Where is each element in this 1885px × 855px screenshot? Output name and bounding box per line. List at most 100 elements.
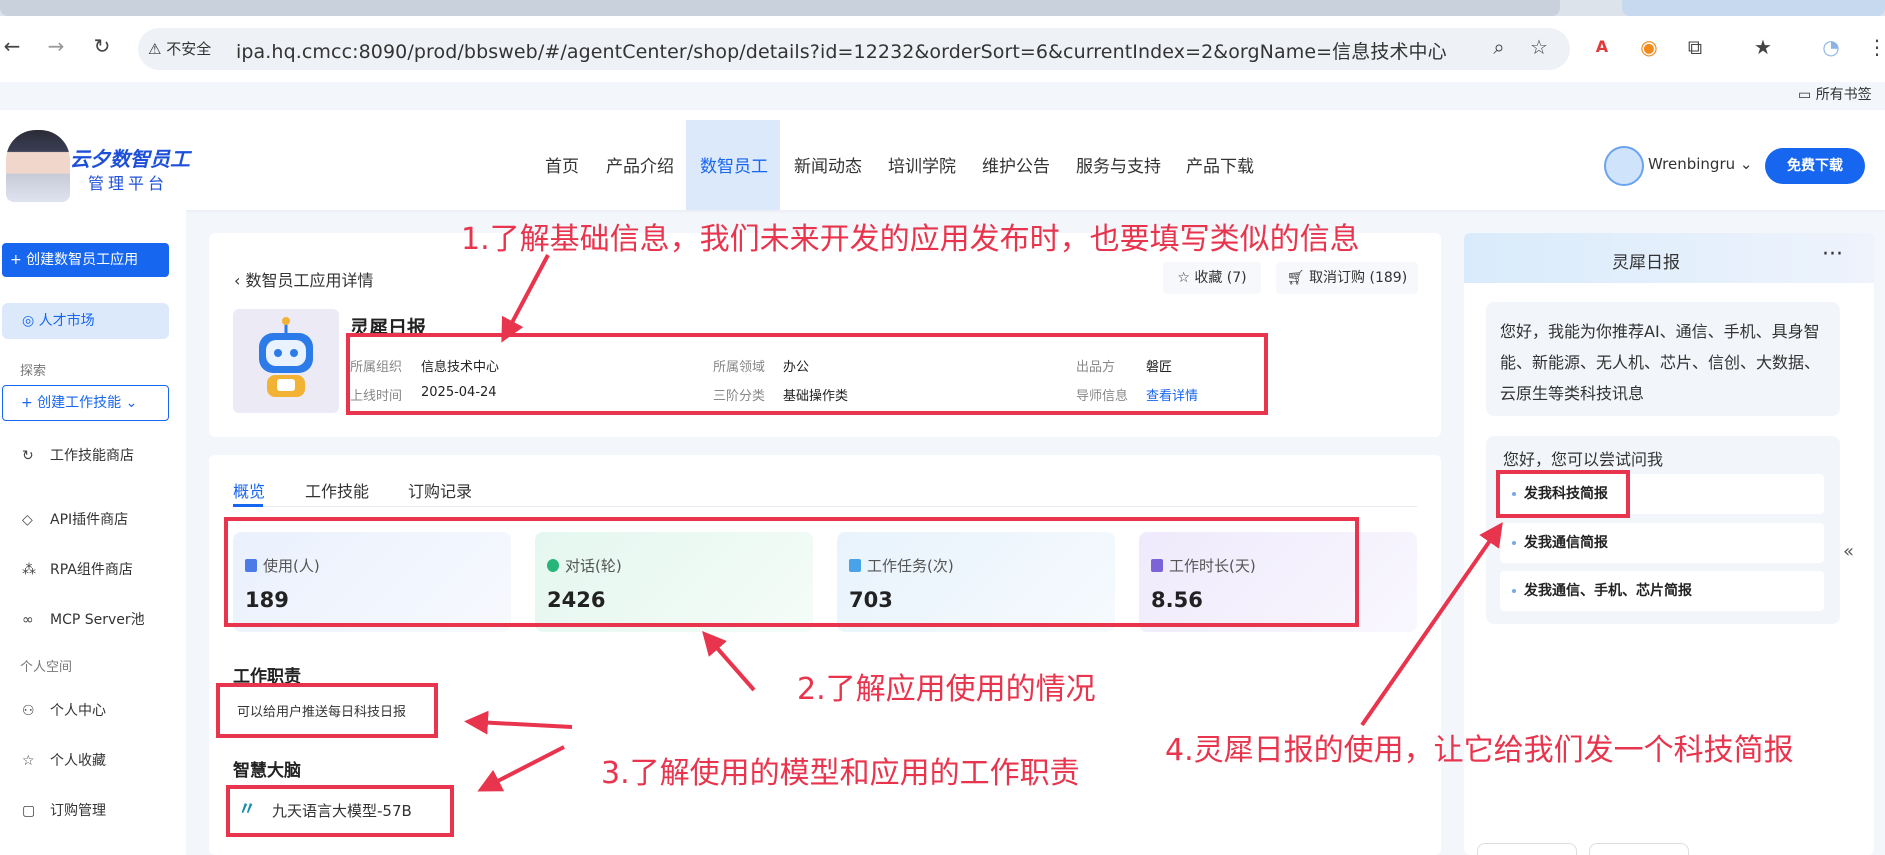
more-options-icon[interactable]: ···: [1822, 242, 1843, 267]
favorite-label: 收藏 (7): [1194, 270, 1247, 286]
browser-tab-strip[interactable]: [0, 0, 1885, 16]
talent-label: 人才市场: [38, 313, 95, 329]
nav-item-home[interactable]: 首页: [545, 152, 579, 177]
sidebar-item-label: 个人收藏: [50, 753, 106, 769]
tab-skills[interactable]: 工作技能: [305, 478, 369, 502]
sidebar-item-personal-center[interactable]: ⚇ 个人中心: [22, 700, 106, 720]
sidebar-item-label: API插件商店: [50, 512, 129, 528]
url-text[interactable]: ipa.hq.cmcc:8090/prod/bbsweb/#/agentCent…: [236, 37, 1447, 64]
personal-section-label: 个人空间: [20, 660, 73, 675]
profile-icon[interactable]: ◔: [1818, 34, 1844, 60]
user-stat-icon: [245, 559, 257, 572]
explore-section-label: 探索: [20, 364, 47, 379]
order-icon: ▢: [22, 803, 36, 819]
back-link[interactable]: ‹ 数智员工应用详情: [234, 267, 374, 291]
nav-item-product-intro[interactable]: 产品介绍: [606, 152, 674, 177]
maker-value: 磐匠: [1146, 360, 1173, 375]
bookmark-star-icon[interactable]: ☆: [1526, 34, 1552, 60]
favorite-button[interactable]: ☆ 收藏 (7): [1163, 262, 1261, 294]
panel-bottom-stub: [1589, 843, 1689, 855]
stat-label-text: 使用(人): [263, 557, 320, 575]
bookmarks-star-icon[interactable]: ★: [1750, 34, 1776, 60]
bullet-icon: [1512, 541, 1516, 545]
extension-red-icon[interactable]: A: [1589, 34, 1615, 60]
nodes-icon: ⁂: [22, 562, 36, 578]
menu-dots-icon[interactable]: ⋮: [1864, 34, 1885, 60]
extension-orange-icon[interactable]: ◉: [1636, 34, 1662, 60]
brand-title: 云夕数智员工: [70, 147, 190, 171]
time-stat-icon: [1151, 559, 1163, 572]
zoom-icon[interactable]: ⌕: [1486, 34, 1512, 60]
stat-label: 使用(人): [245, 555, 320, 576]
maker-label: 出品方: [1076, 360, 1116, 375]
unsubscribe-label: 取消订购 (189): [1309, 270, 1408, 286]
link-icon: ∞: [22, 612, 34, 628]
chevron-left-icon: ‹: [234, 271, 246, 290]
nav-item-news[interactable]: 新闻动态: [794, 152, 862, 177]
tab-overview[interactable]: 概览: [233, 478, 265, 502]
mentor-label: 导师信息: [1076, 389, 1129, 404]
annotation-note-1: 1.了解基础信息，我们未来开发的应用发布时，也要填写类似的信息: [461, 222, 1360, 257]
create-app-button[interactable]: + 创建数智员工应用: [2, 243, 169, 277]
stat-card-tasks: 工作任务(次) 703: [837, 532, 1115, 632]
user-avatar[interactable]: [1604, 146, 1644, 186]
category-label: 三阶分类: [713, 389, 766, 404]
sidebar-item-talent-market[interactable]: ◎ 人才市场: [2, 303, 169, 339]
chat-greeting: 您好，我能为你推荐AI、通信、手机、具身智能、新能源、无人机、芯片、信创、大数据…: [1486, 302, 1840, 416]
suggestion-combined-brief[interactable]: 发我通信、手机、芯片简报: [1500, 571, 1824, 611]
app-name: 灵犀日报: [350, 317, 427, 339]
browser-tab[interactable]: [0, 0, 1560, 16]
stat-value: 189: [245, 588, 289, 612]
brain-title: 智慧大脑: [233, 761, 301, 781]
unsubscribe-button[interactable]: 🛒︎ 取消订购 (189): [1276, 262, 1418, 294]
nav-item-digital-staff[interactable]: 数智员工: [700, 152, 768, 177]
stat-label-text: 工作时长(天): [1169, 557, 1256, 575]
sidebar-item-api-store[interactable]: ◇ API插件商店: [22, 509, 128, 529]
overview-card: [209, 455, 1441, 855]
nav-item-support[interactable]: 服务与支持: [1076, 152, 1161, 177]
sidebar-item-rpa-store[interactable]: ⁂ RPA组件商店: [22, 559, 133, 579]
nav-item-download[interactable]: 产品下载: [1186, 152, 1254, 177]
stat-card-duration: 工作时长(天) 8.56: [1139, 532, 1417, 632]
forward-arrow-icon[interactable]: →: [44, 34, 68, 58]
refresh-icon: ↻: [22, 448, 34, 464]
model-name: 九天语言大模型-57B: [272, 802, 412, 820]
sidebar-item-skill-store[interactable]: ↻ 工作技能商店: [22, 445, 134, 465]
suggestion-label: 发我通信简报: [1524, 535, 1608, 551]
user-menu[interactable]: Wrenbingru ⌄: [1648, 155, 1752, 173]
mentor-detail-link[interactable]: 查看详情: [1146, 385, 1198, 404]
extensions-puzzle-icon[interactable]: ⧉: [1682, 34, 1708, 60]
chevron-down-icon: ⌄: [125, 395, 138, 411]
org-label: 所属组织: [350, 360, 403, 375]
create-skill-button[interactable]: + 创建工作技能 ⌄: [2, 385, 169, 421]
browser-tab-active[interactable]: [1622, 0, 1885, 16]
stat-value: 703: [849, 588, 893, 612]
panel-bottom-stub: [1477, 843, 1577, 855]
online-value: 2025-04-24: [421, 385, 497, 400]
user-icon: ⚇: [22, 703, 35, 719]
nav-item-training[interactable]: 培训学院: [888, 152, 956, 177]
reload-icon[interactable]: ↻: [90, 34, 114, 58]
sidebar-item-favorites[interactable]: ☆ 个人收藏: [22, 750, 106, 770]
annotation-note-4: 4.灵犀日报的使用，让它给我们发一个科技简报: [1165, 733, 1794, 768]
sidebar-item-label: RPA组件商店: [50, 562, 133, 578]
collapse-panel-icon[interactable]: «: [1843, 541, 1854, 562]
insecure-badge[interactable]: ⚠ 不安全: [148, 38, 211, 59]
nav-item-notice[interactable]: 维护公告: [982, 152, 1050, 177]
free-download-button[interactable]: 免费下载: [1765, 148, 1865, 184]
sidebar-item-orders[interactable]: ▢ 订购管理: [22, 800, 106, 820]
annotation-note-3: 3.了解使用的模型和应用的工作职责: [601, 756, 1080, 791]
suggestion-telecom-brief[interactable]: 发我通信简报: [1500, 523, 1824, 563]
suggestion-tech-brief[interactable]: 发我科技简报: [1500, 474, 1824, 514]
tab-orders[interactable]: 订购记录: [408, 478, 472, 502]
model-logo-icon: 〃: [238, 799, 256, 820]
all-bookmarks[interactable]: ▭ 所有书签: [1798, 84, 1872, 104]
chevron-down-icon: ⌄: [1739, 155, 1753, 173]
online-label: 上线时间: [350, 389, 403, 404]
star-icon: ☆: [1177, 270, 1195, 286]
insecure-label: 不安全: [166, 40, 212, 58]
sidebar-item-mcp-pool[interactable]: ∞ MCP Server池: [22, 609, 145, 629]
bookmarks-label: 所有书签: [1815, 87, 1872, 103]
domain-value: 办公: [783, 360, 810, 375]
back-arrow-icon[interactable]: ←: [0, 34, 24, 58]
